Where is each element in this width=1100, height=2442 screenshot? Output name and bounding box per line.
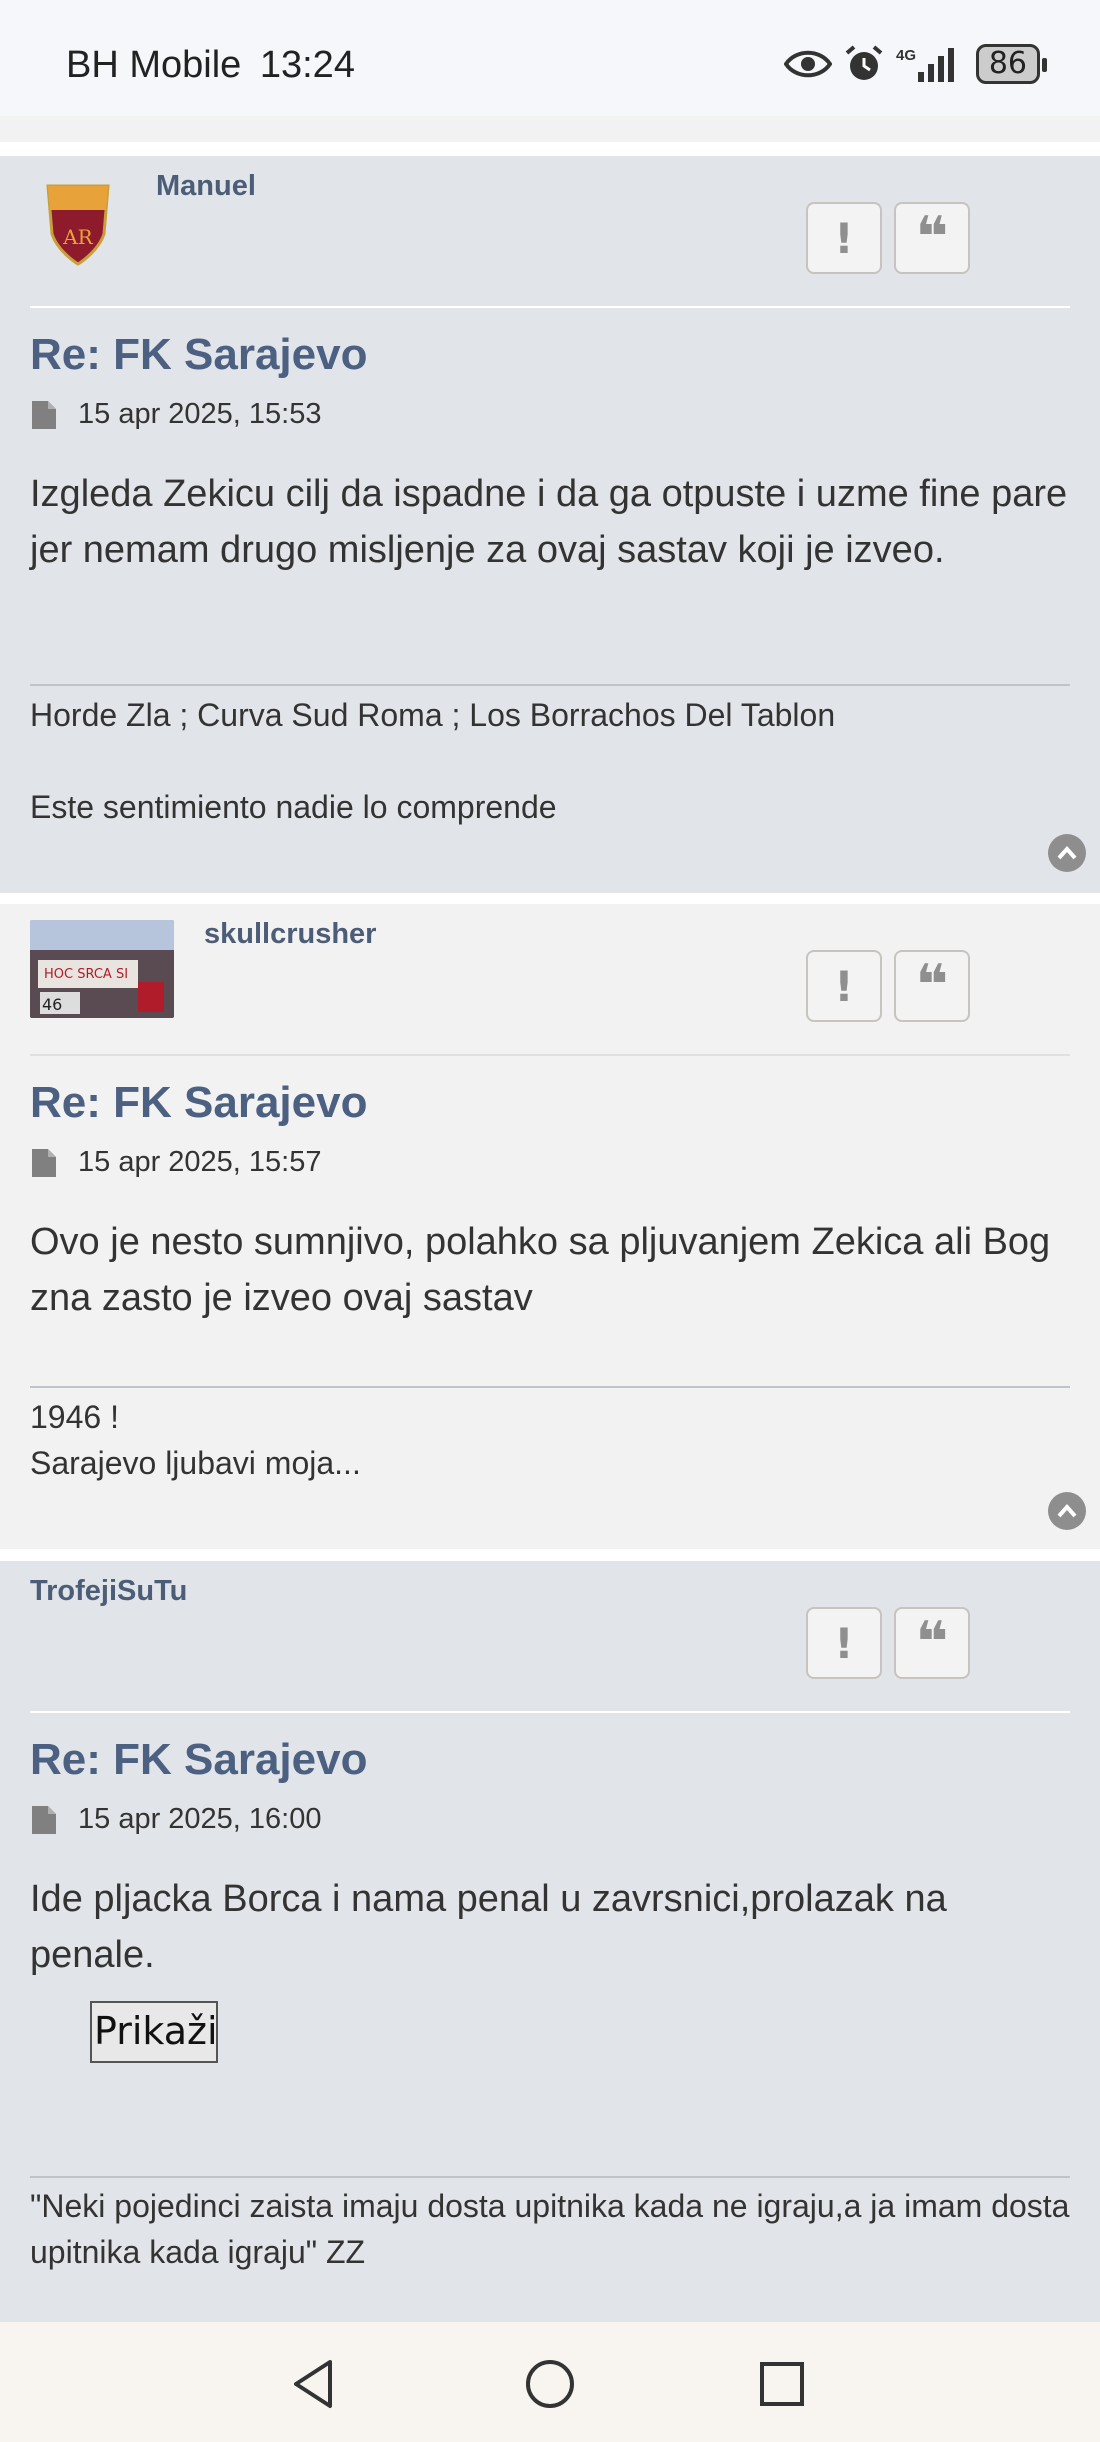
svg-text:HOC SRCA SI: HOC SRCA SI [44,967,128,982]
post-meta: 15 apr 2025, 16:00 [30,1803,321,1836]
signature-divider [30,2176,1070,2178]
report-button[interactable]: ! [806,202,882,274]
eye-icon [783,50,832,78]
status-icons: 4G 86 [783,44,1048,84]
alarm-icon [845,45,883,80]
page-strip [0,116,1100,142]
post-body: Izgleda Zekicu cilj da ispadne i da ga o… [30,473,1068,571]
post-item: AR Manuel ! ❝ Re: FK Sarajevo 15 apr 202… [0,156,1100,893]
carrier-name: BH Mobile [66,44,242,86]
post-item: HOC SRCA SI 46 skullcrusher ! ❝ Re: FK S… [0,904,1100,1549]
post-actions: ! ❝ [806,950,970,1022]
signal-icon: 4G [896,47,954,82]
signature-line: Horde Zla ; Curva Sud Roma ; Los Borrach… [30,697,836,733]
username[interactable]: TrofejiSuTu [30,1575,187,1608]
signature: Horde Zla ; Curva Sud Roma ; Los Borrach… [30,692,1070,830]
quote-button[interactable]: ❝ [894,950,970,1022]
post-divider [30,1054,1070,1056]
recents-icon[interactable] [758,2360,806,2408]
post-title[interactable]: Re: FK Sarajevo [30,1078,367,1128]
username[interactable]: Manuel [156,170,256,203]
quote-icon: ❝ [915,1610,949,1675]
svg-text:AR: AR [62,225,93,249]
avatar[interactable]: AR [42,178,114,268]
back-icon[interactable] [290,2358,336,2410]
clock: 13:24 [259,44,355,86]
report-button[interactable]: ! [806,1607,882,1679]
svg-text:46: 46 [42,995,62,1014]
report-button[interactable]: ! [806,950,882,1022]
post-date: 15 apr 2025, 15:53 [78,398,322,430]
quote-icon: ❝ [915,205,949,270]
document-icon [32,1148,56,1177]
avatar[interactable]: HOC SRCA SI 46 [30,920,174,1018]
signature-divider [30,684,1070,686]
signature-line: 1946 ! [30,1399,119,1435]
quote-button[interactable]: ❝ [894,1607,970,1679]
post-actions: ! ❝ [806,1607,970,1679]
post-date: 15 apr 2025, 15:57 [78,1146,322,1178]
quote-button[interactable]: ❝ [894,202,970,274]
signature-line: "Neki pojedinci zaista imaju dosta upitn… [30,2188,1070,2270]
navigation-bar [0,2322,1100,2442]
quote-icon: ❝ [915,953,949,1018]
document-icon [32,1805,56,1834]
post-item: TrofejiSuTu ! ❝ Re: FK Sarajevo 15 apr 2… [0,1561,1100,2322]
post-body: Ide pljacka Borca i nama penal u zavrsni… [30,1878,947,1976]
post-meta: 15 apr 2025, 15:57 [30,1146,321,1179]
status-bar: BH Mobile 13:24 4G 86 [0,0,1100,116]
signature: 1946 ! Sarajevo ljubavi moja... [30,1394,1070,1486]
post-divider [30,1711,1070,1713]
post-actions: ! ❝ [806,202,970,274]
signature: "Neki pojedinci zaista imaju dosta upitn… [30,2183,1070,2275]
post-divider [30,306,1070,308]
signature-line: Este sentimiento nadie lo comprende [30,789,557,825]
chevron-up-icon [1057,846,1077,860]
battery-indicator: 86 [975,44,1048,84]
document-icon [32,400,56,429]
post-body: Ovo je nesto sumnjivo, polahko sa pljuva… [30,1221,1051,1319]
post-title[interactable]: Re: FK Sarajevo [30,1735,367,1785]
post-title[interactable]: Re: FK Sarajevo [30,330,367,380]
home-icon[interactable] [524,2358,576,2410]
svg-text:4G: 4G [896,47,916,64]
signature-line [30,738,1070,784]
post-meta: 15 apr 2025, 15:53 [30,398,321,431]
signature-divider [30,1386,1070,1388]
username[interactable]: skullcrusher [204,918,376,951]
back-to-top-button[interactable] [1048,834,1086,872]
chevron-up-icon [1057,1504,1077,1518]
status-left: BH Mobile 13:24 [66,44,355,87]
post-date: 15 apr 2025, 16:00 [78,1803,322,1835]
signature-line: Sarajevo ljubavi moja... [30,1445,361,1481]
back-to-top-button[interactable] [1048,1492,1086,1530]
spoiler-show-button[interactable]: Prikaži [90,2001,218,2063]
